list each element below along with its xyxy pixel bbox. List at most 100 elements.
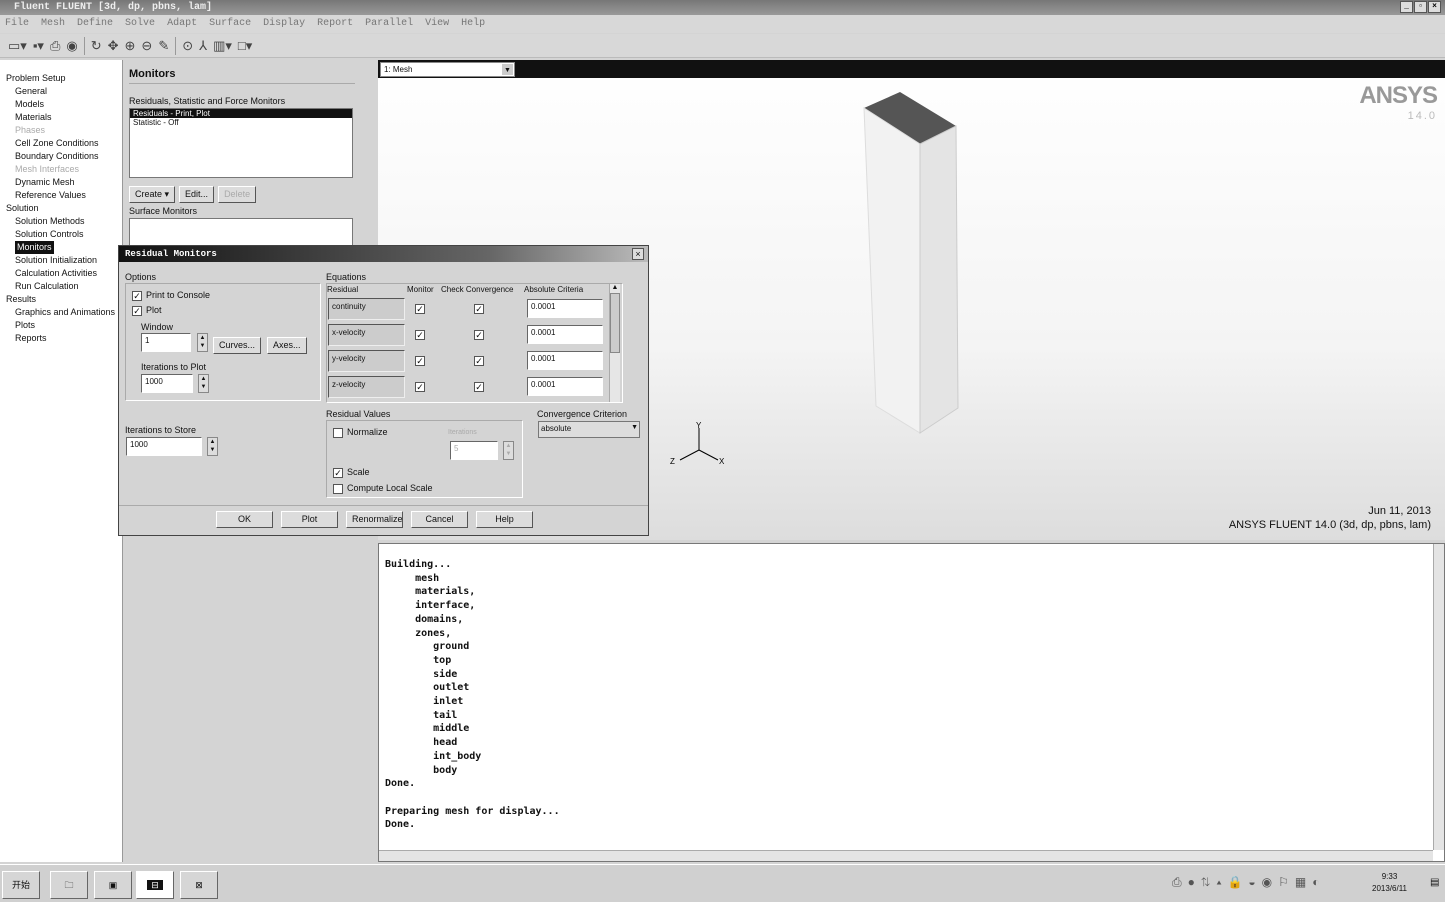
nav-item-calculation-activities[interactable]: Calculation Activities xyxy=(6,267,122,280)
zoom-fit-icon[interactable]: ⊙ xyxy=(182,38,193,54)
iterations-to-plot-input[interactable]: 1000 xyxy=(141,374,193,393)
axes-button[interactable]: Axes... xyxy=(267,337,307,354)
graphics-window-select[interactable]: 1: Mesh ▼ xyxy=(380,62,515,77)
create-button[interactable]: Create ▾ xyxy=(129,186,176,203)
curves-button[interactable]: Curves... xyxy=(213,337,262,354)
nav-section-results[interactable]: Results xyxy=(6,293,122,306)
nav-item-reference-values[interactable]: Reference Values xyxy=(6,189,122,202)
check-convergence-checkbox[interactable]: ✓ xyxy=(474,356,484,366)
help-icon[interactable]: ◉ xyxy=(66,38,77,54)
window-input[interactable]: 1 xyxy=(141,333,191,352)
monitor-checkbox[interactable]: ✓ xyxy=(415,304,425,314)
menu-adapt[interactable]: Adapt xyxy=(167,15,197,33)
start-button[interactable]: 开始 xyxy=(2,871,40,899)
edit-button[interactable]: Edit... xyxy=(179,186,215,203)
clock[interactable]: 9:33 2013/6/11 xyxy=(1372,871,1407,895)
menu-file[interactable]: File xyxy=(5,15,29,33)
absolute-criteria-input[interactable]: 0.0001 xyxy=(527,299,603,318)
nav-item-solution-methods[interactable]: Solution Methods xyxy=(6,215,122,228)
nav-item-phases[interactable]: Phases xyxy=(6,124,122,137)
monitors-list[interactable]: Residuals - Print, Plot Statistic - Off xyxy=(129,108,353,178)
nav-item-dynamic-mesh[interactable]: Dynamic Mesh xyxy=(6,176,122,189)
taskbar-app-launcher[interactable]: ▣ xyxy=(94,871,132,899)
nav-section-solution[interactable]: Solution xyxy=(6,202,122,215)
check-convergence-checkbox[interactable]: ✓ xyxy=(474,304,484,314)
absolute-criteria-input[interactable]: 0.0001 xyxy=(527,351,603,370)
zoom-out-icon[interactable]: ⊖ xyxy=(141,38,152,54)
help-button[interactable]: Help xyxy=(476,511,533,528)
dialog-close-button[interactable]: × xyxy=(632,248,644,260)
print-icon[interactable]: ⎙ xyxy=(50,38,60,54)
menu-surface[interactable]: Surface xyxy=(209,15,251,33)
nav-section-problem-setup[interactable]: Problem Setup xyxy=(6,72,122,85)
zoom-in-icon[interactable]: ⊕ xyxy=(125,38,136,54)
taskbar-app-fluent[interactable]: ⊟ xyxy=(136,871,174,899)
monitor-checkbox[interactable]: ✓ xyxy=(415,382,425,392)
plot-button[interactable]: Plot xyxy=(281,511,338,528)
nav-item-boundary-conditions[interactable]: Boundary Conditions xyxy=(6,150,122,163)
menu-mesh[interactable]: Mesh xyxy=(41,15,65,33)
layout-icon[interactable]: ▥▾ xyxy=(213,38,232,54)
iterations-spinner[interactable]: ▲ ▼ xyxy=(503,441,514,460)
show-desktop-icon[interactable]: ▤ xyxy=(1430,877,1439,888)
menu-help[interactable]: Help xyxy=(461,15,485,33)
monitor-item-residuals[interactable]: Residuals - Print, Plot xyxy=(130,109,352,118)
axes-icon[interactable]: ⅄ xyxy=(199,38,207,54)
check-convergence-checkbox[interactable]: ✓ xyxy=(474,382,484,392)
menu-display[interactable]: Display xyxy=(263,15,305,33)
system-tray[interactable]: ⎙●⇅▴🔒◒◉⚐▦◐ xyxy=(1172,875,1326,890)
monitor-checkbox[interactable]: ✓ xyxy=(415,356,425,366)
nav-item-models[interactable]: Models xyxy=(6,98,122,111)
open-icon[interactable]: ▭▾ xyxy=(8,38,27,54)
iterations-to-store-input[interactable]: 1000 xyxy=(126,437,202,456)
nav-item-graphics-and-animations[interactable]: Graphics and Animations xyxy=(6,306,122,319)
menu-define[interactable]: Define xyxy=(77,15,113,33)
minimize-button[interactable]: _ xyxy=(1400,1,1413,13)
console[interactable]: Building... mesh materials, interface, d… xyxy=(378,543,1445,862)
nav-item-materials[interactable]: Materials xyxy=(6,111,122,124)
print-to-console-checkbox[interactable]: ✓ Print to Console xyxy=(132,290,210,301)
probe-icon[interactable]: ✎ xyxy=(158,38,169,54)
absolute-criteria-input[interactable]: 0.0001 xyxy=(527,377,603,396)
nav-item-plots[interactable]: Plots xyxy=(6,319,122,332)
delete-button[interactable]: Delete xyxy=(218,186,257,203)
nav-item-monitors[interactable]: Monitors xyxy=(6,241,122,254)
nav-item-solution-controls[interactable]: Solution Controls xyxy=(6,228,122,241)
nav-item-mesh-interfaces[interactable]: Mesh Interfaces xyxy=(6,163,122,176)
nav-item-general[interactable]: General xyxy=(6,85,122,98)
absolute-criteria-input[interactable]: 0.0001 xyxy=(527,325,603,344)
window-icon[interactable]: □▾ xyxy=(238,38,252,54)
normalize-checkbox[interactable]: Normalize xyxy=(333,427,388,438)
check-convergence-checkbox[interactable]: ✓ xyxy=(474,330,484,340)
nav-item-cell-zone-conditions[interactable]: Cell Zone Conditions xyxy=(6,137,122,150)
dialog-title-bar[interactable]: Residual Monitors xyxy=(119,246,648,262)
window-spinner[interactable]: ▲ ▼ xyxy=(197,333,208,352)
renormalize-button[interactable]: Renormalize xyxy=(346,511,403,528)
pan-icon[interactable]: ✥ xyxy=(108,38,119,54)
ok-button[interactable]: OK xyxy=(216,511,273,528)
monitor-item-statistic[interactable]: Statistic - Off xyxy=(130,118,352,127)
menu-solve[interactable]: Solve xyxy=(125,15,155,33)
close-button[interactable]: × xyxy=(1428,1,1441,13)
nav-item-run-calculation[interactable]: Run Calculation xyxy=(6,280,122,293)
nav-item-reports[interactable]: Reports xyxy=(6,332,122,345)
rotate-icon[interactable]: ↻ xyxy=(91,38,102,54)
nav-item-solution-initialization[interactable]: Solution Initialization xyxy=(6,254,122,267)
iterations-to-store-spinner[interactable]: ▲ ▼ xyxy=(207,437,218,456)
menu-report[interactable]: Report xyxy=(317,15,353,33)
monitor-checkbox[interactable]: ✓ xyxy=(415,330,425,340)
console-vertical-scrollbar[interactable] xyxy=(1433,544,1444,850)
menu-parallel[interactable]: Parallel xyxy=(365,15,413,33)
maximize-button[interactable]: ▫ xyxy=(1414,1,1427,13)
convergence-criterion-select[interactable]: absolute ▼ xyxy=(538,421,640,438)
console-horizontal-scrollbar[interactable] xyxy=(379,850,1433,861)
save-icon[interactable]: ▪▾ xyxy=(33,38,44,54)
scale-checkbox[interactable]: ✓ Scale xyxy=(333,467,370,478)
plot-checkbox[interactable]: ✓ Plot xyxy=(132,305,162,316)
compute-local-scale-checkbox[interactable]: Compute Local Scale xyxy=(333,483,433,494)
cancel-button[interactable]: Cancel xyxy=(411,511,468,528)
iterations-input[interactable]: 5 xyxy=(450,441,498,460)
taskbar-app-explorer[interactable]: 🗀 xyxy=(50,871,88,899)
taskbar-app-excel[interactable]: ⊠ xyxy=(180,871,218,899)
iterations-to-plot-spinner[interactable]: ▲ ▼ xyxy=(198,374,209,393)
